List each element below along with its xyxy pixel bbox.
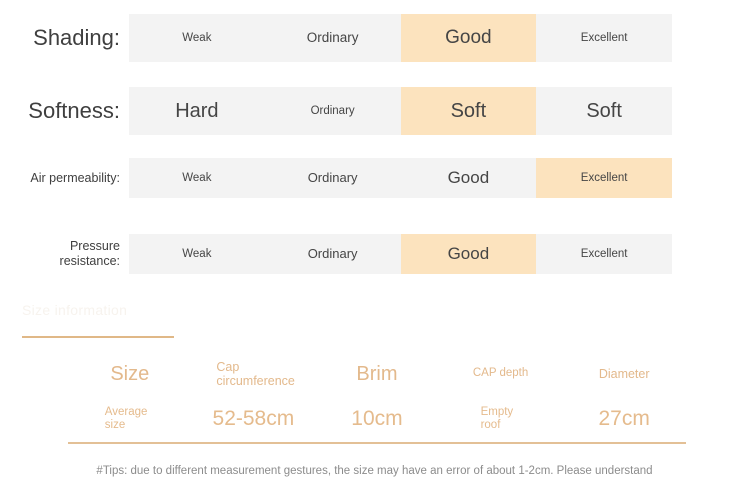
size-column-header-size: Size [68,363,192,386]
rating-cell-excellent[interactable]: Excellent [536,234,672,274]
rating-label-air-permeability: Air permeability: [30,170,120,185]
size-value-diameter: 27cm [562,407,686,431]
size-header-label: Brim [356,362,398,385]
rating-cell-label: Ordinary [307,246,358,262]
rating-cell-label: Weak [182,171,212,184]
rating-cell-good-selected[interactable]: Good [400,14,537,62]
rating-cell-soft[interactable]: Soft [536,87,672,135]
rating-row-pressure-resistance: Pressure resistance: Weak Ordinary Good … [0,234,749,274]
rating-cell-soft-selected[interactable]: Soft [400,87,537,135]
size-value-label: 10cm [351,406,403,430]
rating-row-air-permeability: Air permeability: Weak Ordinary Good Exc… [0,158,749,198]
rating-cell-label: Excellent [580,247,628,260]
size-column-header-brim: Brim [315,363,439,386]
size-value-cap-depth: Empty roof [439,406,563,432]
rating-cell-label: Excellent [580,171,628,184]
size-value-label: 27cm [598,406,650,430]
rating-cell-label: Weak [182,31,212,44]
rating-cell-weak[interactable]: Weak [129,14,265,62]
rating-cell-label: Weak [182,247,212,260]
rating-cell-ordinary[interactable]: Ordinary [265,87,401,135]
rating-bar-shading: Weak Ordinary Good Excellent [129,14,672,62]
size-header-label: CAP depth [472,367,529,380]
size-table: Size Cap circumference Brim CAP depth Di… [68,352,686,444]
rating-cell-label: Ordinary [307,170,358,186]
size-information-heading: Size information [22,302,128,318]
rating-cell-label: Ordinary [310,104,355,117]
rating-cell-ordinary[interactable]: Ordinary [265,234,401,274]
section-divider [22,336,174,338]
rating-cell-label: Good [447,244,490,264]
rating-cell-weak[interactable]: Weak [129,158,265,198]
size-column-header-cap-depth: CAP depth [439,367,563,380]
size-header-label: Cap circumference [216,359,295,388]
size-table-header-row: Size Cap circumference Brim CAP depth Di… [68,352,686,396]
rating-cell-excellent[interactable]: Excellent [536,14,672,62]
rating-bar-air-permeability: Weak Ordinary Good Excellent [129,158,672,198]
size-table-value-row: Average size 52-58cm 10cm Empty roof 27c… [68,396,686,444]
rating-row-softness: Softness: Hard Ordinary Soft Soft [0,87,749,135]
size-column-header-diameter: Diameter [562,367,686,381]
size-header-label: Diameter [598,366,650,381]
size-value-brim: 10cm [315,407,439,431]
rating-bar-softness: Hard Ordinary Soft Soft [129,87,672,135]
rating-cell-good[interactable]: Good [401,158,537,198]
rating-cell-label: Soft [586,99,622,122]
size-information-section: Size information Size Cap circumference … [0,290,749,502]
rating-label-shading: Shading: [33,25,120,51]
product-attributes-section: Shading: Weak Ordinary Good Excellent So… [0,0,749,290]
size-value-label: 52-58cm [212,406,295,430]
size-value-cap-circumference: 52-58cm [192,407,316,431]
size-value-label: Average size [104,405,148,431]
size-value-label: Empty roof [480,405,514,431]
rating-row-shading: Shading: Weak Ordinary Good Excellent [0,14,749,62]
size-measurement-tip: #Tips: due to different measurement gest… [96,465,653,477]
rating-bar-pressure-resistance: Weak Ordinary Good Excellent [129,234,672,274]
rating-label-pressure-resistance: Pressure resistance: [59,239,120,268]
rating-cell-good-selected[interactable]: Good [400,234,537,274]
rating-cell-label: Excellent [580,31,628,44]
size-column-header-cap-circumference: Cap circumference [192,360,316,389]
rating-cell-excellent-selected[interactable]: Excellent [536,158,672,198]
rating-cell-ordinary[interactable]: Ordinary [265,14,401,62]
rating-cell-label: Ordinary [306,29,359,45]
rating-cell-ordinary[interactable]: Ordinary [265,158,401,198]
size-header-label: Size [110,362,150,385]
rating-cell-label: Soft [450,99,487,122]
rating-cell-label: Hard [175,99,219,122]
rating-cell-weak[interactable]: Weak [129,234,265,274]
rating-cell-label: Good [447,168,490,188]
size-value-size: Average size [68,406,192,432]
rating-label-softness: Softness: [28,98,120,124]
rating-cell-hard[interactable]: Hard [129,87,265,135]
rating-cell-label: Good [445,27,492,49]
